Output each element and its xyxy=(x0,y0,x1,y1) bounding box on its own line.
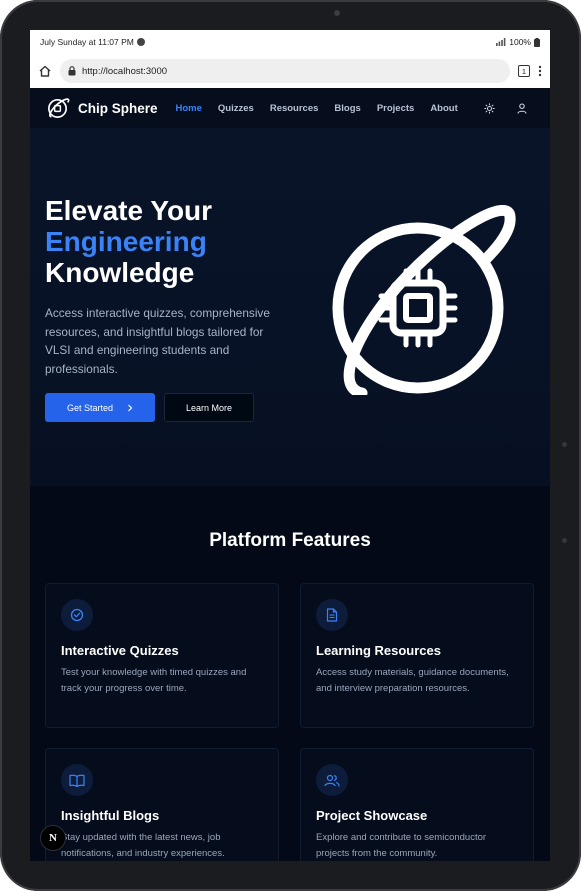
url-text: http://localhost:3000 xyxy=(82,65,168,77)
feature-description: Access study materials, guidance documen… xyxy=(316,667,509,694)
feature-description: Stay updated with the latest news, job n… xyxy=(61,832,225,859)
book-open-icon xyxy=(61,764,93,796)
feature-card-quizzes[interactable]: Interactive Quizzes Test your knowledge … xyxy=(45,583,279,728)
site-navbar: Chip Sphere Home Quizzes Resources Blogs… xyxy=(30,88,550,129)
tablet-frame: July Sunday at 11:07 PM 100% http://loca… xyxy=(0,0,581,891)
feature-title: Project Showcase xyxy=(316,808,428,823)
users-icon xyxy=(316,764,348,796)
feature-description: Test your knowledge with timed quizzes a… xyxy=(61,667,247,694)
learn-more-button[interactable]: Learn More xyxy=(164,393,254,422)
notification-icon xyxy=(136,38,145,46)
battery-icon xyxy=(534,37,540,47)
lock-icon xyxy=(68,66,76,76)
menu-dots-icon[interactable] xyxy=(538,65,542,77)
sun-icon[interactable] xyxy=(483,102,495,114)
document-icon xyxy=(316,599,348,631)
side-button xyxy=(562,538,567,543)
chip-sphere-hero-icon xyxy=(332,205,516,395)
nav-link-quizzes[interactable]: Quizzes xyxy=(218,103,254,114)
tab-switcher-button[interactable]: 1 xyxy=(518,65,530,77)
hero-title-line1: Elevate Your xyxy=(45,195,213,226)
nav-link-home[interactable]: Home xyxy=(176,103,202,114)
learn-more-label: Learn More xyxy=(185,402,233,413)
feature-card-blogs[interactable]: Insightful Blogs Stay updated with the l… xyxy=(45,748,279,861)
features-section: Platform Features Interactive Quizzes Te… xyxy=(30,486,550,861)
nav-link-about[interactable]: About xyxy=(430,103,457,114)
feature-title: Insightful Blogs xyxy=(61,808,160,823)
status-time: July Sunday at 11:07 PM xyxy=(40,37,134,47)
screen: July Sunday at 11:07 PM 100% http://loca… xyxy=(30,30,550,861)
hero-title-accent: Engineering xyxy=(45,226,207,257)
get-started-label: Get Started xyxy=(66,402,114,413)
feature-title: Interactive Quizzes xyxy=(61,643,179,658)
nav-links: Home Quizzes Resources Blogs Projects Ab… xyxy=(176,103,458,114)
feature-card-resources[interactable]: Learning Resources Access study material… xyxy=(300,583,534,728)
hero-title-line3: Knowledge xyxy=(45,257,195,288)
nextjs-dev-badge[interactable]: N xyxy=(40,825,66,851)
status-bar: July Sunday at 11:07 PM 100% xyxy=(30,30,550,54)
nav-link-resources[interactable]: Resources xyxy=(270,103,319,114)
nav-link-projects[interactable]: Projects xyxy=(377,103,415,114)
get-started-button[interactable]: Get Started xyxy=(45,393,155,422)
brand-name: Chip Sphere xyxy=(78,100,158,116)
chip-sphere-logo-icon xyxy=(48,98,70,118)
feature-card-projects[interactable]: Project Showcase Explore and contribute … xyxy=(300,748,534,861)
check-circle-icon xyxy=(61,599,93,631)
feature-description: Explore and contribute to semiconductor … xyxy=(316,832,487,859)
address-bar[interactable]: http://localhost:3000 xyxy=(60,59,510,83)
hero-section: Elevate Your Engineering Knowledge Acces… xyxy=(30,129,550,486)
brand-link[interactable]: Chip Sphere xyxy=(46,96,158,120)
signal-icon xyxy=(496,38,506,46)
home-icon[interactable] xyxy=(38,64,52,78)
front-camera xyxy=(334,10,340,16)
side-button xyxy=(562,442,567,447)
nav-link-blogs[interactable]: Blogs xyxy=(334,103,360,114)
browser-toolbar: http://localhost:3000 1 xyxy=(30,54,550,88)
chevron-right-icon xyxy=(128,404,133,411)
features-title: Platform Features xyxy=(209,530,371,551)
user-icon[interactable] xyxy=(517,102,527,114)
hero-description: Access interactive quizzes, comprehensiv… xyxy=(45,306,270,376)
battery-percent: 100% xyxy=(509,37,531,47)
feature-title: Learning Resources xyxy=(316,643,441,658)
hero-title: Elevate Your Engineering Knowledge xyxy=(45,195,212,288)
